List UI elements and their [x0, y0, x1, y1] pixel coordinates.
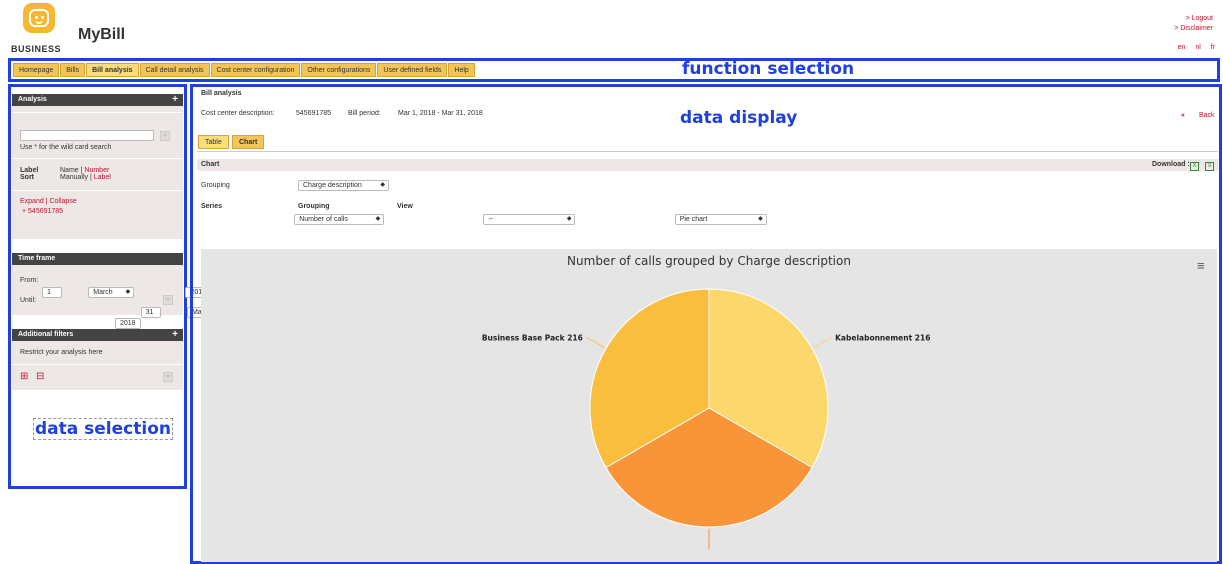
analysis-panel: Analysis + » Use * for the wild card sea…: [12, 94, 183, 239]
cost-center-value: 545691785: [296, 110, 332, 117]
nav-help[interactable]: Help: [448, 63, 475, 77]
lang-fr[interactable]: fr: [1211, 44, 1215, 51]
nav-bill-analysis[interactable]: Bill analysis: [86, 63, 139, 77]
bill-period-label: Bill period:: [348, 110, 381, 117]
sort-key: Sort: [20, 174, 34, 181]
page-title: Bill analysis: [201, 90, 242, 97]
expand-plus-icon[interactable]: +: [172, 94, 178, 106]
tab-chart[interactable]: Chart: [232, 135, 265, 149]
until-year-field[interactable]: 2018: [115, 318, 141, 329]
remove-filter-icon[interactable]: ⊟: [36, 371, 44, 382]
expand-link[interactable]: Expand: [20, 198, 44, 205]
tab-table[interactable]: Table: [198, 135, 229, 149]
csv-download-icon[interactable]: ≡: [1205, 162, 1214, 171]
excel-download-icon[interactable]: X: [1190, 162, 1199, 171]
filters-header: Additional filters +: [12, 329, 183, 341]
top-links: > Logout > Disclaimer: [1174, 14, 1213, 34]
analysis-search-input[interactable]: [20, 130, 154, 141]
until-day-field[interactable]: 31: [140, 307, 161, 318]
grouping2-select[interactable]: -- ◆: [483, 214, 576, 225]
disclaimer-link[interactable]: > Disclaimer: [1174, 25, 1213, 32]
language-switch: en nl fr: [1170, 44, 1215, 51]
cost-center-label: Cost center description:: [201, 110, 275, 117]
pie-label-2: Business Base Pack 216: [482, 334, 583, 343]
nav-cost-center-configuration[interactable]: Cost center configuration: [210, 63, 301, 77]
bill-period-value: Mar 1, 2018 - Mar 31, 2018: [398, 110, 483, 117]
filters-go-icon[interactable]: »: [163, 372, 173, 382]
grouping-select[interactable]: Charge description ◆: [298, 180, 389, 191]
lang-en[interactable]: en: [1178, 44, 1186, 51]
filters-plus-icon[interactable]: +: [172, 329, 178, 341]
chart-section-bar: Chart Download :: [197, 159, 1218, 171]
pie-chart: Kabelabonnement 216 Business Base Pack 21…: [482, 288, 930, 549]
series-value: Number of calls: [299, 216, 348, 223]
nav-homepage[interactable]: Homepage: [13, 63, 60, 77]
pie-label-0: Kabelabonnement 216: [835, 334, 930, 343]
pie-connector-0: [813, 337, 832, 348]
main-nav: Homepage Bills Bill analysis Call detail…: [13, 63, 475, 77]
add-filter-icon[interactable]: ⊞: [20, 371, 28, 382]
search-go-icon[interactable]: »: [160, 131, 170, 141]
view-label: View: [397, 203, 413, 210]
sort-options: Manually | Label: [60, 174, 111, 181]
download-label: Download :: [1152, 161, 1190, 168]
grouping2-value: --: [488, 216, 494, 223]
collapse-link[interactable]: Collapse: [49, 198, 76, 205]
search-hint: Use * for the wild card search: [20, 144, 112, 151]
analysis-title: Analysis: [18, 96, 47, 103]
analysis-panel-header: Analysis +: [12, 94, 183, 106]
data-display-label: data display: [680, 108, 798, 128]
tree-item-cost-center[interactable]: + 545691785: [22, 208, 63, 215]
function-selection-label: function selection: [682, 59, 855, 79]
label-number-option[interactable]: Number: [84, 167, 109, 174]
view-value: Pie chart: [679, 216, 708, 223]
timeframe-panel: Time frame From: 1 March ◆ 2018 Until: 31…: [12, 253, 233, 329]
grouping-value: Charge description: [303, 182, 362, 189]
app-title: MyBill: [78, 26, 126, 43]
lang-nl[interactable]: nl: [1195, 44, 1200, 51]
brand-subtitle: BUSINESS: [11, 44, 62, 54]
from-label: From:: [20, 277, 39, 284]
filters-restrict-text: Restrict your analysis here: [20, 349, 103, 356]
chart-section-title: Chart: [201, 161, 220, 168]
nav-user-defined-fields[interactable]: User defined fields: [377, 63, 448, 77]
until-label: Until:: [20, 297, 36, 304]
filters-title: Additional filters: [18, 331, 74, 338]
back-link[interactable]: Back: [1199, 112, 1215, 119]
label-name-option[interactable]: Name: [60, 167, 79, 174]
from-day-field[interactable]: 1: [42, 287, 62, 298]
nav-call-detail-analysis[interactable]: Call detail analysis: [139, 63, 210, 77]
from-month-value: March: [93, 289, 113, 296]
timeframe-header: Time frame: [12, 253, 183, 265]
from-month-select[interactable]: March ◆: [88, 287, 135, 298]
series-label: Series: [201, 203, 223, 210]
view-select[interactable]: Pie chart ◆: [674, 214, 767, 225]
series-select[interactable]: Number of calls ◆: [294, 214, 385, 225]
label-options: Name | Number: [60, 167, 109, 174]
nav-other-configurations[interactable]: Other configurations: [301, 63, 377, 77]
brand-logo: [23, 3, 55, 33]
filters-panel: Additional filters + Restrict your analy…: [12, 329, 183, 390]
logout-link[interactable]: > Logout: [1186, 15, 1213, 22]
expand-collapse: Expand | Collapse: [20, 198, 77, 205]
timeframe-title: Time frame: [18, 255, 56, 262]
timeframe-go-icon[interactable]: »: [163, 295, 173, 305]
data-selection-label: data selection: [35, 419, 171, 439]
pie-connector-2: [586, 337, 605, 348]
grouping-label: Grouping: [201, 182, 230, 189]
sort-label-option[interactable]: Label: [94, 174, 111, 181]
nav-bills[interactable]: Bills: [60, 63, 86, 77]
grouping2-label: Grouping: [298, 203, 330, 210]
back-icon[interactable]: «: [1181, 112, 1185, 119]
label-key: Label: [20, 167, 39, 174]
data-selection-label-box: data selection: [33, 418, 173, 440]
tabs-divider: [197, 151, 1218, 152]
sort-manual-option[interactable]: Manually: [60, 174, 88, 181]
